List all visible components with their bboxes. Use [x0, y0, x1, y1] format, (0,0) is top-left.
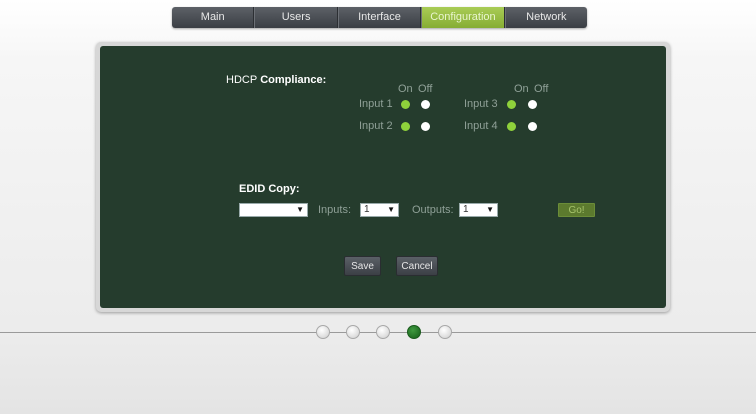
input-2-on-radio[interactable]: [401, 122, 410, 131]
edid-inputs-value: 1: [364, 204, 370, 215]
edid-outputs-select[interactable]: 1 ▼: [459, 203, 498, 217]
panel-frame: HDCP Compliance: On Off On Off Input 1 I…: [96, 42, 670, 312]
tab-interface[interactable]: Interface: [337, 7, 422, 28]
edid-source-select[interactable]: ▼: [239, 203, 308, 217]
pager-dot-3[interactable]: [376, 325, 390, 339]
save-button[interactable]: Save: [344, 256, 381, 276]
chevron-down-icon: ▼: [296, 205, 304, 214]
edid-inputs-label: Inputs:: [318, 204, 352, 216]
input-4-on-radio[interactable]: [507, 122, 516, 131]
pager-dot-5[interactable]: [438, 325, 452, 339]
pager-dot-2[interactable]: [346, 325, 360, 339]
pager-dot-1[interactable]: [316, 325, 330, 339]
edid-copy-title-text: EDID Copy:: [239, 183, 300, 195]
configuration-panel: HDCP Compliance: On Off On Off Input 1 I…: [100, 46, 666, 308]
hdcp-title-part2: Compliance:: [260, 74, 327, 86]
edid-inputs-select[interactable]: 1 ▼: [360, 203, 399, 217]
tab-configuration[interactable]: Configuration: [421, 7, 505, 28]
hdcp-title-part1: HDCP: [226, 74, 258, 86]
input-2-off-radio[interactable]: [421, 122, 430, 131]
input-4-off-radio[interactable]: [528, 122, 537, 131]
tab-users[interactable]: Users: [254, 7, 338, 28]
top-navigation: Main Users Interface Configuration Netwo…: [172, 7, 587, 28]
on-header-right: On: [514, 83, 529, 95]
on-header-left: On: [398, 83, 413, 95]
hdcp-compliance-title: HDCP Compliance:: [226, 74, 326, 86]
input-3-on-radio[interactable]: [507, 100, 516, 109]
tab-network[interactable]: Network: [504, 7, 587, 28]
off-header-right: Off: [534, 83, 549, 95]
input-1-off-radio[interactable]: [421, 100, 430, 109]
chevron-down-icon: ▼: [387, 205, 395, 214]
edid-outputs-label: Outputs:: [412, 204, 454, 216]
input-4-label: Input 4: [464, 120, 498, 132]
chevron-down-icon: ▼: [486, 205, 494, 214]
input-3-label: Input 3: [464, 98, 498, 110]
edid-copy-title: EDID Copy:: [239, 183, 300, 195]
input-3-off-radio[interactable]: [528, 100, 537, 109]
input-2-label: Input 2: [359, 120, 393, 132]
edid-go-button[interactable]: Go!: [558, 203, 595, 217]
pager-dot-4[interactable]: [407, 325, 421, 339]
input-1-label: Input 1: [359, 98, 393, 110]
edid-outputs-value: 1: [463, 204, 469, 215]
tab-main[interactable]: Main: [172, 7, 255, 28]
off-header-left: Off: [418, 83, 433, 95]
input-1-on-radio[interactable]: [401, 100, 410, 109]
cancel-button[interactable]: Cancel: [396, 256, 438, 276]
